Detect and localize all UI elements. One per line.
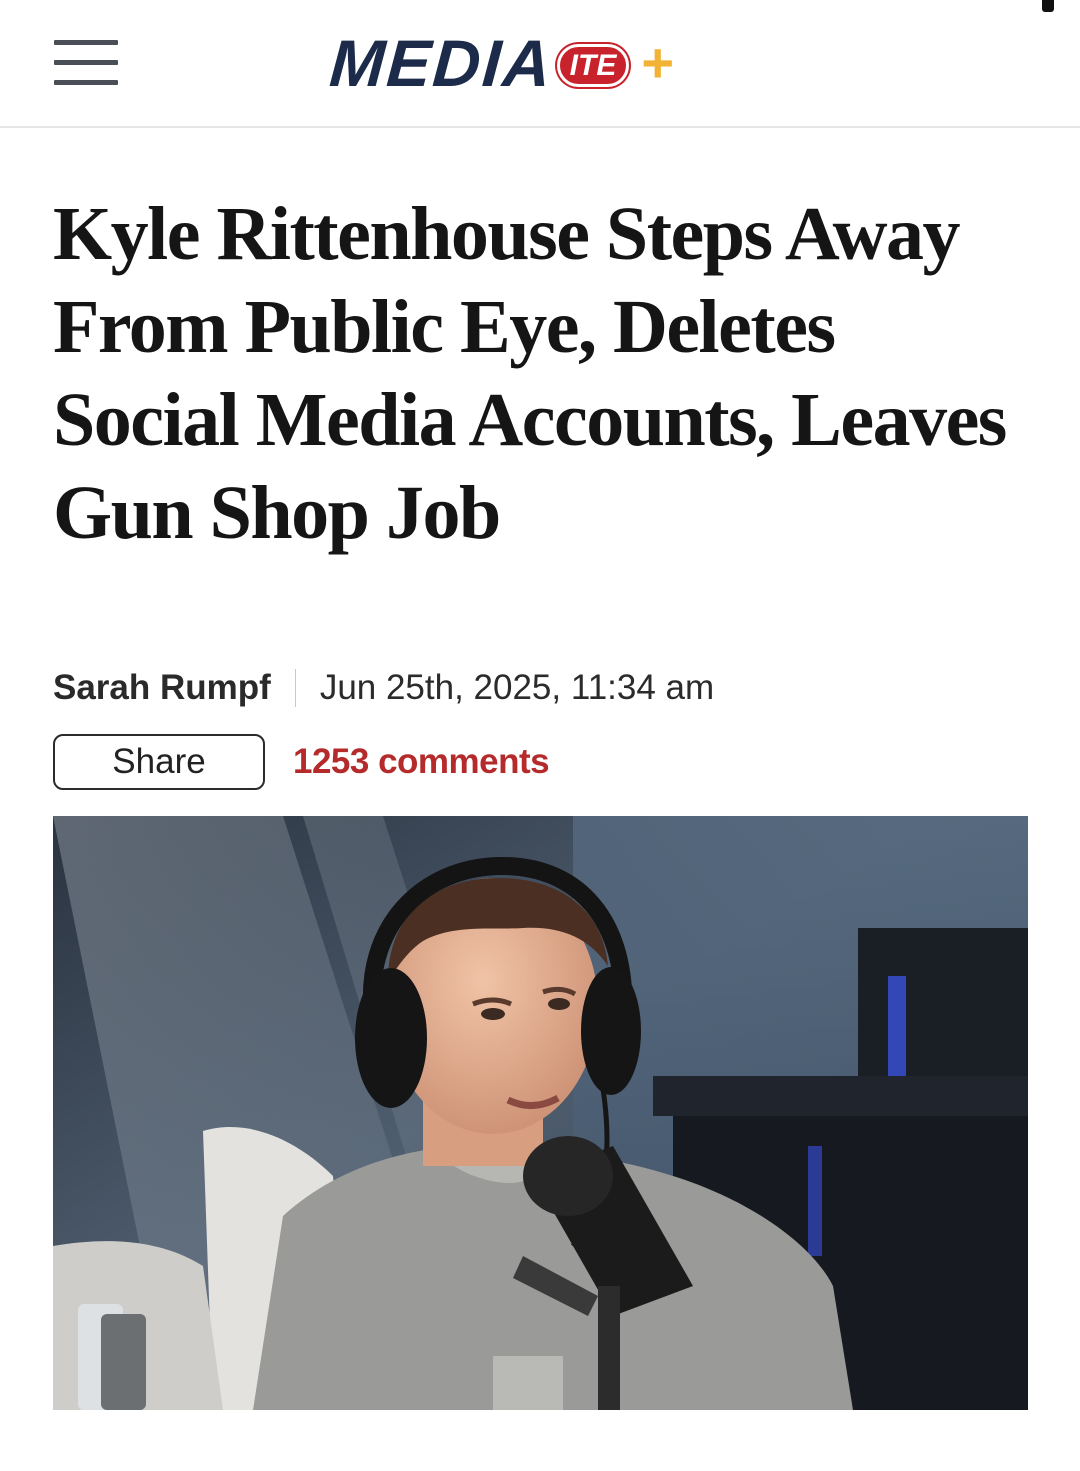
top-navigation-bar: MEDIA ITE + — [0, 0, 1080, 128]
menu-line — [54, 40, 118, 45]
author-name[interactable]: Sarah Rumpf — [53, 668, 271, 708]
logo-wordmark: MEDIA — [327, 26, 556, 100]
article-hero-image — [53, 816, 1028, 1410]
logo-badge: ITE — [556, 43, 630, 87]
status-bar-indicator — [1042, 0, 1054, 12]
byline-divider — [294, 669, 296, 707]
menu-line — [54, 60, 118, 65]
article-byline: Sarah Rumpf Jun 25th, 2025, 11:34 am — [53, 666, 714, 710]
article-headline: Kyle Rittenhouse Steps Away From Public … — [53, 192, 1007, 555]
hero-photo-illustration — [53, 816, 1028, 1410]
share-button[interactable]: Share — [53, 734, 265, 790]
comments-link[interactable]: 1253 comments — [293, 742, 550, 782]
site-logo[interactable]: MEDIA ITE + — [327, 26, 675, 100]
hamburger-menu-icon[interactable] — [54, 40, 118, 86]
publish-date: Jun 25th, 2025, 11:34 am — [319, 668, 715, 707]
article-actions: Share 1253 comments — [53, 734, 550, 790]
menu-line — [54, 80, 118, 85]
logo-plus-icon: + — [641, 31, 675, 94]
